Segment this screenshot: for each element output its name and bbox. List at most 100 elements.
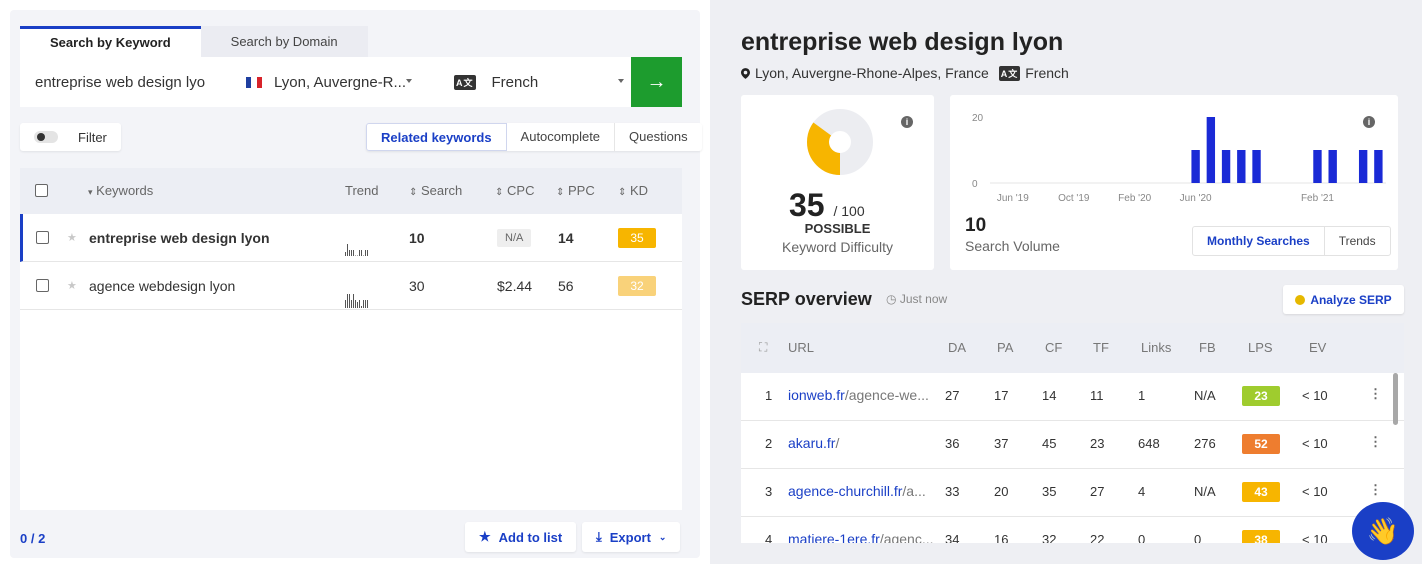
ppc-column-header[interactable]: ⇕ PPC — [556, 183, 595, 198]
search-column-header[interactable]: ⇕ Search — [409, 183, 462, 198]
tab-autocomplete[interactable]: Autocomplete — [507, 123, 616, 151]
keyword-table-header: ▾ Keywords Trend ⇕ Search ⇕ CPC ⇕ PPC ⇕ … — [20, 168, 682, 214]
tab-trends[interactable]: Trends — [1325, 227, 1390, 255]
keyword-input[interactable] — [20, 57, 220, 107]
kd-badge: 35 — [618, 228, 656, 248]
fb-value: 0 — [1194, 532, 1202, 543]
export-button[interactable]: ⤓ Export ⌄ — [582, 522, 681, 552]
translate-icon: A文 — [454, 74, 476, 90]
search-volume-card: i 20 0 Jun '19 Oct '19 Feb '20 Jun '20 Feb '21… — [950, 95, 1398, 270]
cpc-column-header[interactable]: ⇕ CPC — [495, 183, 534, 198]
table-row[interactable]: ★ agence webdesign lyon 30 $2.44 56 32 — [20, 262, 682, 310]
tab-search-by-domain[interactable]: Search by Domain — [200, 26, 368, 58]
tab-questions[interactable]: Questions — [615, 123, 702, 151]
y-tick-label: 0 — [972, 179, 978, 190]
language-select[interactable]: A文 French — [440, 57, 636, 107]
serp-url-link[interactable]: agence-churchill.fr/a... — [788, 483, 926, 499]
serp-rank: 2 — [765, 436, 773, 451]
clock-icon: ◷ — [886, 292, 897, 306]
serp-url-link[interactable]: ionweb.fr/agence-we... — [788, 387, 929, 403]
table-row[interactable]: 1 ionweb.fr/agence-we... 27 17 14 11 1 N… — [741, 373, 1404, 421]
search-submit-button[interactable]: → — [631, 57, 682, 107]
row-checkbox[interactable] — [36, 279, 49, 292]
kd-badge: 32 — [618, 276, 656, 296]
volume-bar[interactable] — [1358, 150, 1368, 183]
filter-toggle[interactable]: Filter — [20, 123, 121, 151]
volume-bar[interactable] — [1221, 150, 1231, 183]
location-select[interactable]: Lyon, Auvergne-R... — [228, 57, 424, 107]
table-row[interactable]: 3 agence-churchill.fr/a... 33 20 35 27 4… — [741, 469, 1404, 517]
tf-value: 11 — [1090, 388, 1104, 403]
volume-bar[interactable] — [1328, 150, 1337, 183]
more-options-icon[interactable]: ⋮ — [1369, 386, 1382, 402]
serp-url-link[interactable]: akaru.fr/ — [788, 435, 839, 451]
x-tick-label: Oct '19 — [1058, 193, 1090, 204]
volume-bar[interactable] — [1374, 150, 1383, 183]
chat-support-button[interactable]: 👋 — [1352, 502, 1414, 560]
more-options-icon[interactable]: ⋮ — [1369, 434, 1382, 450]
tf-value: 27 — [1090, 484, 1105, 499]
location-pin-icon — [741, 67, 750, 79]
fb-value: N/A — [1194, 484, 1216, 499]
ppc-value: 14 — [558, 230, 574, 246]
ev-value: < 10 — [1302, 388, 1328, 403]
cf-column-header: CF — [1045, 340, 1063, 355]
search-bar: Lyon, Auvergne-R... A文 French → — [20, 57, 682, 107]
search-mode-tabs: Search by Keyword Search by Domain — [20, 26, 368, 58]
links-value: 0 — [1138, 532, 1146, 543]
difficulty-donut — [807, 109, 873, 175]
tab-related-keywords[interactable]: Related keywords — [366, 123, 507, 151]
cf-value: 32 — [1042, 532, 1057, 543]
trend-column-header: Trend — [345, 183, 379, 198]
arrow-right-icon: → — [646, 70, 667, 93]
analyze-serp-button[interactable]: Analyze SERP — [1283, 285, 1404, 314]
search-volume-chart: 20 0 Jun '19 Oct '19 Feb '20 Jun '20 Feb '21 — [972, 113, 1386, 204]
filter-label: Filter — [78, 129, 107, 145]
tab-search-by-keyword[interactable]: Search by Keyword — [20, 26, 201, 58]
fb-value: 276 — [1194, 436, 1216, 451]
star-icon[interactable]: ★ — [67, 279, 77, 292]
volume-bar[interactable] — [1191, 150, 1200, 183]
volume-bar[interactable] — [1206, 117, 1216, 183]
search-volume-value: 10 — [965, 215, 987, 236]
difficulty-label: Keyword Difficulty — [781, 239, 893, 255]
pa-value: 16 — [994, 532, 1009, 543]
serp-scrollbar[interactable] — [1393, 373, 1398, 425]
table-row[interactable]: 2 akaru.fr/ 36 37 45 23 648 276 52 < 10 … — [741, 421, 1404, 469]
tab-monthly-searches[interactable]: Monthly Searches — [1193, 227, 1325, 255]
kd-column-header[interactable]: ⇕ KD — [618, 183, 648, 198]
volume-bar[interactable] — [1252, 150, 1261, 183]
row-checkbox[interactable] — [36, 231, 49, 244]
search-volume: 10 — [409, 230, 425, 246]
lps-badge: 43 — [1242, 482, 1280, 502]
info-icon[interactable]: i — [901, 116, 913, 128]
da-value: 33 — [945, 484, 960, 499]
add-to-list-button[interactable]: ★ Add to list — [465, 522, 577, 552]
expand-icon[interactable]: ⛶ — [759, 340, 767, 355]
more-options-icon[interactable]: ⋮ — [1369, 482, 1382, 498]
keyword-text[interactable]: entreprise web design lyon — [89, 230, 270, 246]
cf-value: 45 — [1042, 436, 1057, 451]
toggle-switch[interactable] — [34, 131, 58, 143]
pa-value: 17 — [994, 388, 1009, 403]
pa-value: 37 — [994, 436, 1009, 451]
links-value: 1 — [1138, 388, 1146, 403]
da-value: 27 — [945, 388, 960, 403]
serp-url-link[interactable]: matiere-1ere.fr/agenc... — [788, 531, 934, 543]
links-value: 4 — [1138, 484, 1146, 499]
keyword-text[interactable]: agence webdesign lyon — [89, 278, 235, 294]
table-row[interactable]: ★ entreprise web design lyon 10 N/A 14 3… — [20, 214, 682, 262]
volume-bar[interactable] — [1313, 150, 1322, 183]
select-all-checkbox[interactable] — [35, 184, 48, 197]
search-volume-label: Search Volume — [965, 238, 1060, 254]
chevron-down-icon — [406, 79, 412, 83]
lps-badge: 23 — [1242, 386, 1280, 406]
trend-sparkline — [345, 240, 368, 256]
ev-value: < 10 — [1302, 436, 1328, 451]
volume-bar[interactable] — [1237, 150, 1246, 183]
download-icon: ⤓ — [596, 529, 602, 544]
star-icon[interactable]: ★ — [67, 231, 77, 244]
keywords-column-header[interactable]: ▾ Keywords — [88, 183, 153, 198]
translate-icon: A文 — [998, 65, 1021, 81]
table-row[interactable]: 4 matiere-1ere.fr/agenc... 34 16 32 22 0… — [741, 517, 1404, 543]
